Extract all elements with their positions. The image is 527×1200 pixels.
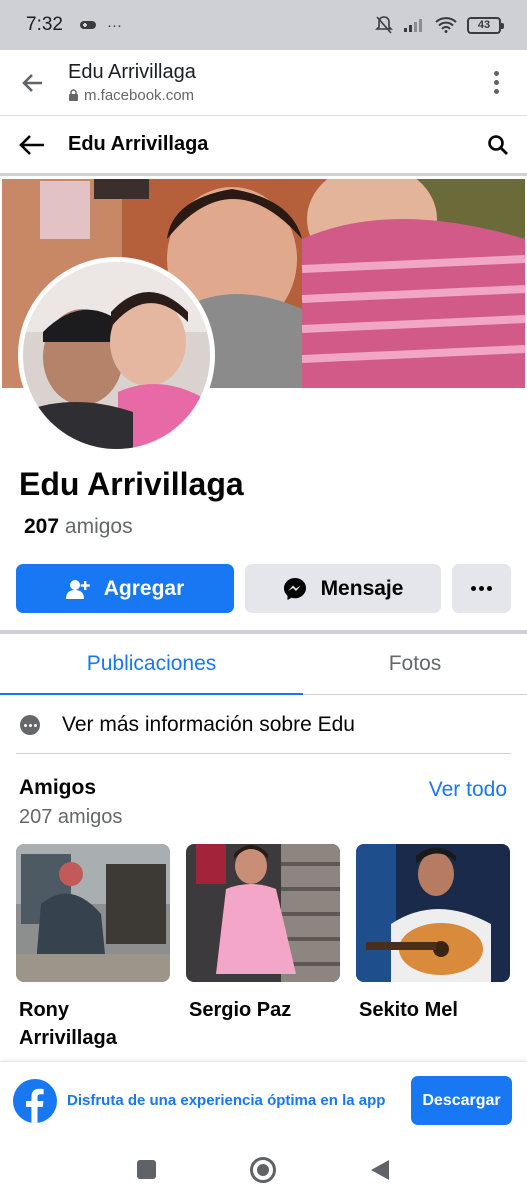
friends-subtitle: 207 amigos	[19, 806, 123, 828]
profile-name: Edu Arrivillaga	[19, 466, 244, 502]
fb-header: Edu Arrivillaga	[0, 116, 527, 176]
profile-actions: Agregar Mensaje	[16, 564, 511, 613]
see-all-friends-link[interactable]: Ver todo	[429, 778, 507, 802]
friend-name[interactable]: Sergio Paz	[189, 996, 340, 1024]
profile-tabs: Publicaciones Fotos	[0, 634, 527, 695]
messenger-icon	[283, 577, 306, 600]
friend-photo[interactable]	[356, 844, 510, 982]
more-info-link[interactable]: Ver más información sobre Edu	[16, 697, 511, 754]
banner-text: Disfruta de una experiencia óptima en la…	[67, 1092, 386, 1109]
tab-publicaciones[interactable]: Publicaciones	[0, 634, 303, 695]
avatar	[23, 262, 210, 449]
friend-name[interactable]: Sekito Mel	[359, 996, 510, 1024]
more-notifications-icon: ···	[106, 16, 122, 34]
friend-photo[interactable]	[16, 844, 170, 982]
home-icon[interactable]	[250, 1156, 276, 1183]
battery-icon: 43	[467, 16, 504, 34]
tab-fotos[interactable]: Fotos	[303, 634, 527, 694]
more-info-text: Ver más información sobre Edu	[62, 713, 355, 736]
more-info-icon	[20, 715, 40, 735]
friends-count: 207 amigos	[24, 515, 133, 538]
add-friend-icon	[65, 579, 90, 599]
browser-page-title: Edu Arrivillaga	[68, 61, 196, 83]
friends-section-header: Amigos 207 amigos Ver todo	[19, 776, 509, 829]
facebook-logo-icon	[13, 1078, 57, 1123]
recent-apps-icon[interactable]	[137, 1160, 156, 1179]
profile-avatar[interactable]	[18, 257, 215, 454]
lock-icon	[69, 89, 78, 101]
app-download-banner: Disfruta de una experiencia óptima en la…	[0, 1061, 527, 1139]
wifi-icon	[435, 17, 457, 33]
muted-bell-icon	[375, 16, 393, 34]
friend-photo[interactable]	[186, 844, 340, 982]
friends-grid: Rony Arrivillaga Sergio Paz Sekito Mel	[16, 844, 512, 1052]
system-nav-bar	[0, 1139, 527, 1200]
add-friend-button[interactable]: Agregar	[16, 564, 234, 613]
status-time: 7:32	[26, 14, 63, 35]
gamepad-icon	[79, 21, 96, 29]
browser-bar: Edu Arrivillaga m.facebook.com	[0, 50, 527, 116]
browser-menu-icon[interactable]	[486, 67, 507, 98]
page-title: Edu Arrivillaga	[68, 133, 209, 155]
friend-card[interactable]: Sergio Paz	[186, 844, 340, 1052]
more-options-button[interactable]	[452, 564, 511, 613]
back-arrow-icon[interactable]	[18, 133, 46, 157]
friend-card[interactable]: Sekito Mel	[356, 844, 510, 1052]
friend-card[interactable]: Rony Arrivillaga	[16, 844, 170, 1052]
status-bar: 7:32 ··· 43	[0, 0, 527, 50]
search-icon[interactable]	[487, 134, 509, 156]
friend-name[interactable]: Rony Arrivillaga	[19, 996, 170, 1052]
signal-icon	[404, 19, 422, 32]
message-button[interactable]: Mensaje	[245, 564, 441, 613]
browser-back-icon[interactable]	[20, 70, 46, 96]
back-triangle-icon[interactable]	[370, 1159, 390, 1181]
download-button[interactable]: Descargar	[411, 1076, 512, 1125]
browser-url: m.facebook.com	[84, 87, 195, 104]
